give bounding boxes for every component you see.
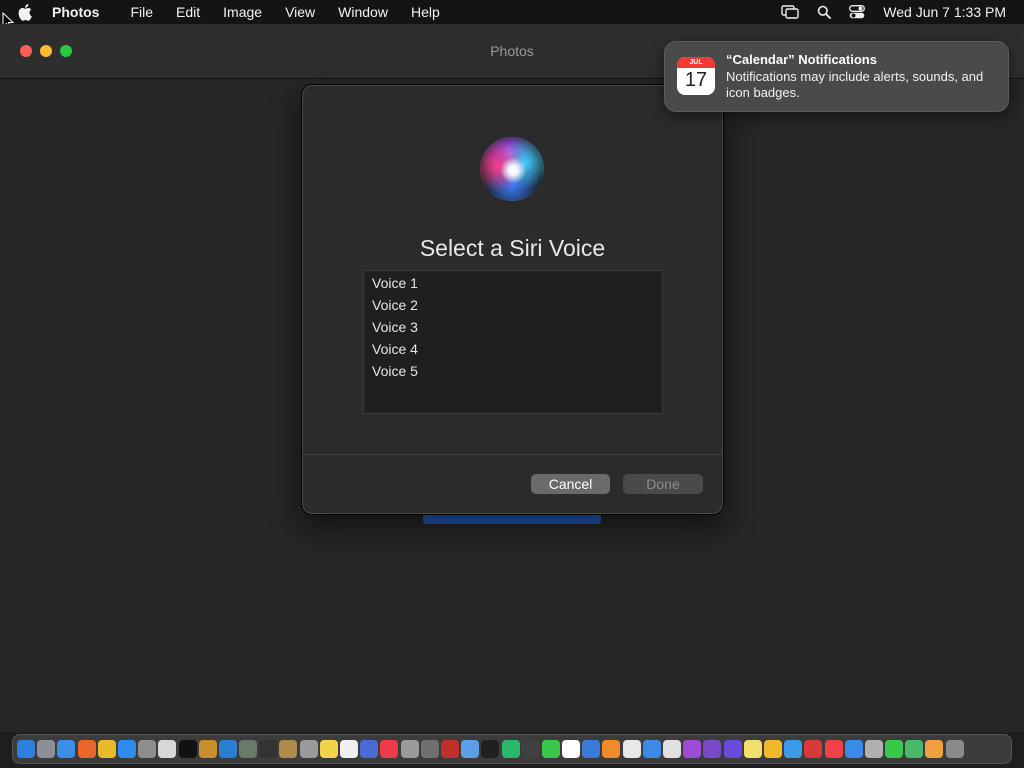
launchpad-icon[interactable]	[37, 740, 56, 758]
screen-mirroring-icon[interactable]	[781, 5, 799, 19]
mail-icon[interactable]	[844, 740, 863, 758]
dictionary-icon[interactable]	[400, 740, 419, 758]
apple-menu-icon[interactable]	[18, 3, 36, 21]
menubar-clock[interactable]: Wed Jun 7 1:33 PM	[883, 4, 1006, 20]
notification-body: Notifications may include alerts, sounds…	[726, 69, 984, 100]
clock-icon[interactable]	[663, 740, 681, 758]
voice-memos-icon[interactable]	[521, 740, 540, 758]
files-icon[interactable]	[642, 740, 661, 758]
voice-option-4[interactable]: Voice 4	[364, 338, 662, 360]
menu-edit[interactable]: Edit	[176, 4, 200, 20]
dictionary-book-icon[interactable]	[440, 740, 459, 758]
menu-window[interactable]: Window	[338, 4, 388, 20]
disk-utility-icon[interactable]	[239, 740, 258, 758]
podcasts-icon[interactable]	[683, 740, 702, 758]
books-icon[interactable]	[602, 740, 621, 758]
calendar-icon: JUL 17	[677, 57, 715, 95]
instruments-icon[interactable]	[198, 740, 217, 758]
keynote-icon[interactable]	[582, 740, 601, 758]
calendar-notification[interactable]: JUL 17 “Calendar” Notifications Notifica…	[664, 41, 1009, 112]
find-my-icon[interactable]	[501, 740, 520, 758]
voice-option-5[interactable]: Voice 5	[364, 360, 662, 382]
script-editor-icon[interactable]	[158, 740, 177, 758]
finder-icon[interactable]	[17, 740, 35, 758]
menu-app-name[interactable]: Photos	[52, 4, 99, 20]
system-settings-icon[interactable]	[138, 740, 157, 758]
notification-title: “Calendar” Notifications	[726, 52, 877, 67]
voice-option-2[interactable]: Voice 2	[364, 294, 662, 316]
calendar-day: 17	[684, 69, 708, 91]
menu-bar: Photos File Edit Image View Window Help …	[0, 0, 1024, 24]
stocks-icon[interactable]	[259, 740, 278, 758]
vscode-icon[interactable]	[218, 740, 237, 758]
dock	[12, 734, 1012, 764]
voice-option-3[interactable]: Voice 3	[364, 316, 662, 338]
news-icon[interactable]	[380, 740, 399, 758]
apple-tv-icon[interactable]	[481, 740, 500, 758]
visual-studio-icon[interactable]	[703, 740, 722, 758]
voice-option-1[interactable]: Voice 1	[364, 272, 662, 294]
done-button[interactable]: Done	[623, 474, 703, 494]
app-store-icon[interactable]	[117, 740, 136, 758]
photo-booth-icon[interactable]	[804, 740, 823, 758]
menu-file[interactable]: File	[130, 4, 153, 20]
preview-icon[interactable]	[461, 740, 480, 758]
music-icon[interactable]	[824, 740, 843, 758]
menu-view[interactable]: View	[285, 4, 315, 20]
archive-icon[interactable]	[279, 740, 298, 758]
terminal-icon[interactable]	[178, 740, 197, 758]
control-center-icon[interactable]	[849, 5, 866, 19]
menu-help[interactable]: Help	[411, 4, 440, 20]
cancel-button[interactable]: Cancel	[531, 474, 610, 494]
safari-icon[interactable]	[57, 740, 76, 758]
script-icon[interactable]	[864, 740, 883, 758]
maps-icon[interactable]	[905, 740, 924, 758]
siri-voice-dialog: Select a Siri Voice Voice 1 Voice 2 Voic…	[302, 85, 723, 514]
chess-icon[interactable]	[420, 740, 439, 758]
search-icon[interactable]	[817, 5, 832, 19]
notes-icon[interactable]	[319, 740, 338, 758]
voice-list[interactable]: Voice 1 Voice 2 Voice 3 Voice 4 Voice 5	[363, 270, 663, 414]
stickies-icon[interactable]	[743, 740, 762, 758]
dialog-divider	[303, 454, 722, 455]
calendar-month: JUL	[677, 57, 715, 68]
menu-image[interactable]: Image	[223, 4, 262, 20]
quicktime-icon[interactable]	[784, 740, 803, 758]
home-icon[interactable]	[763, 740, 782, 758]
textedit-icon[interactable]	[622, 740, 641, 758]
screenshot-icon[interactable]	[299, 740, 318, 758]
dialog-title: Select a Siri Voice	[419, 235, 606, 261]
firefox-icon[interactable]	[77, 740, 96, 758]
siri-icon	[480, 137, 544, 201]
reminders-icon[interactable]	[340, 740, 358, 758]
messages-icon[interactable]	[541, 740, 560, 758]
chrome-icon[interactable]	[97, 740, 116, 758]
calendar-icon[interactable]	[562, 740, 581, 758]
xcode-icon[interactable]	[360, 740, 379, 758]
facetime-icon[interactable]	[885, 740, 904, 758]
trash-icon[interactable]	[945, 740, 964, 758]
photos-icon[interactable]	[925, 740, 944, 758]
accessibility-icon[interactable]	[723, 740, 742, 758]
